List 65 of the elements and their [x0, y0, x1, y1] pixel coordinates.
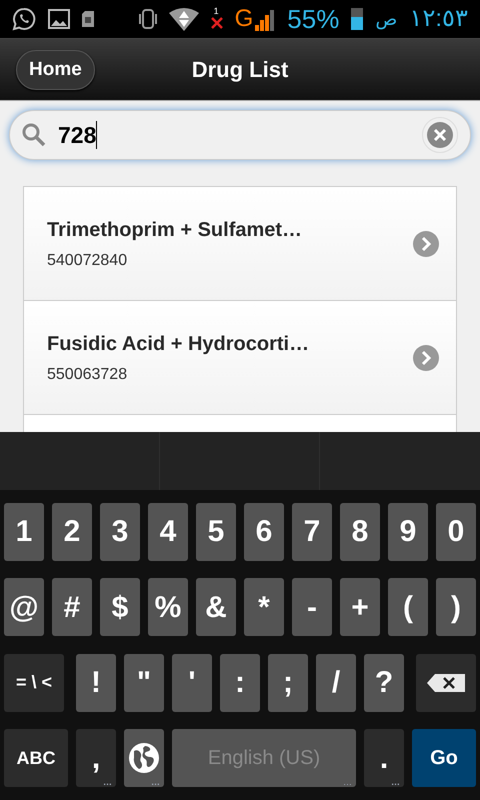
keyboard-key[interactable]: )	[436, 578, 476, 636]
keyboard-key[interactable]: *	[244, 578, 284, 636]
keyboard-key[interactable]: $	[100, 578, 140, 636]
keyboard-key[interactable]: /	[316, 654, 356, 712]
drug-name: Trimethoprim + Sulfamet…	[47, 218, 304, 242]
signal-icon	[255, 9, 276, 31]
close-icon	[426, 121, 454, 149]
sim-card-icon	[82, 11, 94, 27]
keyboard-key[interactable]: 5	[196, 502, 236, 561]
keyboard-key[interactable]: 0	[436, 502, 476, 561]
keyboard-key[interactable]: 4	[148, 502, 188, 561]
keyboard-key[interactable]: 9	[388, 502, 428, 561]
keyboard-key[interactable]: "	[124, 654, 164, 712]
clear-button[interactable]	[422, 117, 458, 153]
am-pm: ص	[375, 10, 398, 28]
keyboard-key[interactable]: ABC	[4, 729, 68, 788]
missed-count: 1	[214, 7, 219, 16]
battery-icon	[351, 8, 364, 30]
keyboard-key[interactable]: 6	[244, 502, 284, 561]
drug-code: 550063728	[47, 364, 128, 384]
key-hint: …	[151, 778, 160, 788]
keyboard-key[interactable]: #	[52, 578, 92, 636]
drug-name: Fusidic Acid + Hydrocorti…	[47, 332, 310, 356]
keyboard-key[interactable]: (	[388, 578, 428, 636]
keyboard-key[interactable]: 7	[292, 502, 332, 561]
home-button[interactable]: Home	[16, 50, 95, 90]
battery-percent: 55%	[287, 6, 340, 32]
wifi-icon	[168, 7, 199, 31]
chevron-right-icon	[412, 230, 440, 258]
clock: ١٢:٥٣	[409, 7, 468, 31]
keyboard-key[interactable]: 3	[100, 502, 140, 561]
globe-icon	[128, 742, 160, 774]
chevron-right-icon	[412, 344, 440, 372]
keyboard-key[interactable]: @	[4, 578, 44, 636]
page-title: Drug List	[192, 56, 288, 84]
keyboard-key[interactable]: '	[172, 654, 212, 712]
keyboard-key[interactable]: ;	[268, 654, 308, 712]
keyboard-key[interactable]: +	[340, 578, 380, 636]
go-key[interactable]: Go	[412, 729, 476, 788]
keyboard-key[interactable]: 1	[4, 502, 44, 561]
search-text: 728	[58, 120, 96, 150]
keyboard-key[interactable]: ?	[364, 654, 404, 712]
key-hint: …	[391, 778, 400, 788]
keyboard-key[interactable]: 2	[52, 502, 92, 561]
keyboard-key[interactable]: 8	[340, 502, 380, 561]
keyboard-key[interactable]: -	[292, 578, 332, 636]
backspace-key[interactable]	[416, 654, 476, 712]
image-icon	[48, 9, 70, 29]
key-hint: …	[103, 778, 112, 788]
keyboard-key[interactable]: &	[196, 578, 236, 636]
keyboard-key[interactable]: = \ <	[4, 654, 64, 712]
keyboard-key[interactable]: . …	[364, 729, 404, 788]
key-hint: …	[343, 778, 352, 788]
network-type: G	[234, 7, 254, 31]
keyboard-key[interactable]: !	[76, 654, 116, 712]
cross-icon	[210, 17, 223, 29]
search-field[interactable]: 728	[9, 110, 471, 160]
search-icon	[22, 123, 46, 147]
drug-code: 540072840	[47, 250, 128, 270]
keyboard-key[interactable]: , …	[76, 729, 116, 788]
backspace-icon	[426, 672, 466, 693]
keyboard-key[interactable]: %	[148, 578, 188, 636]
chat-bubble-icon	[12, 7, 36, 31]
vibrate-icon	[138, 8, 157, 30]
keyboard-key[interactable]: :	[220, 654, 260, 712]
